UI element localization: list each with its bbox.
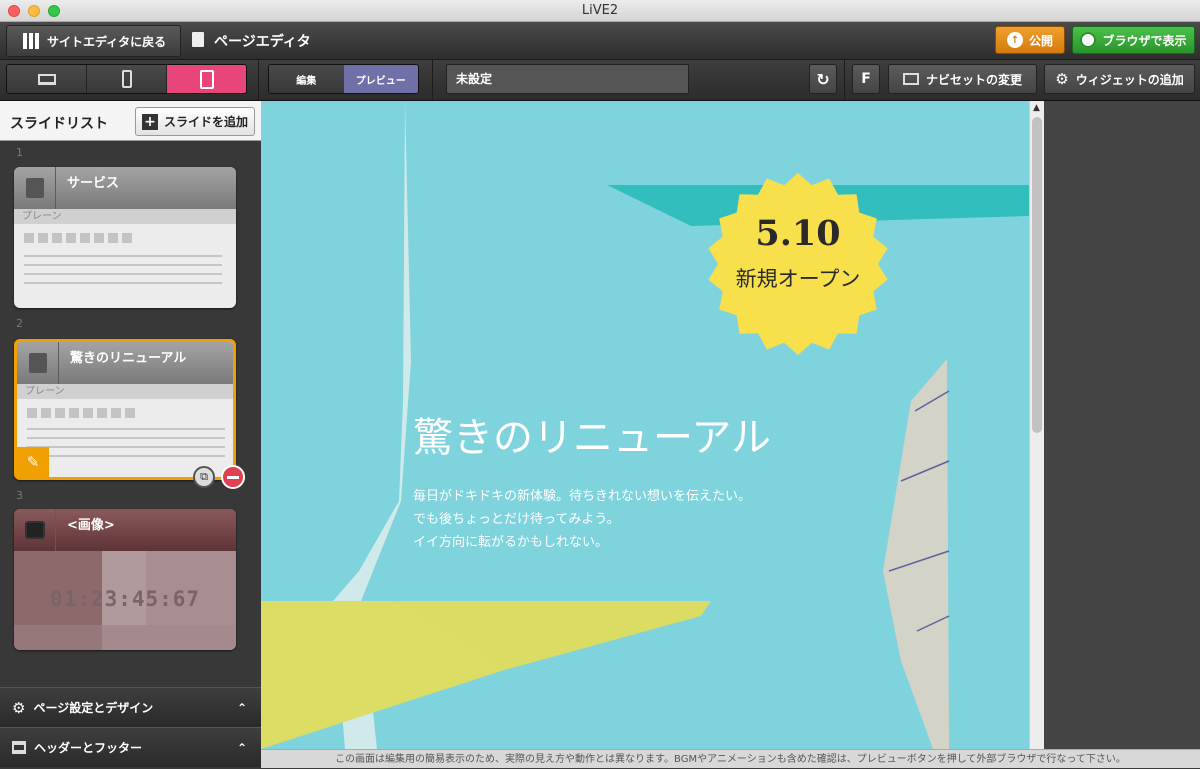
change-navset-button[interactable]: ナビセットの変更 — [888, 64, 1037, 94]
edit-slide-button[interactable]: ✎ — [17, 447, 49, 477]
grid-icon — [23, 33, 39, 49]
slide-list-header: スライドリスト + スライドを追加 — [0, 101, 261, 141]
document-icon — [192, 32, 204, 47]
window-title: LiVE2 — [581, 3, 619, 18]
slide-number: 3 — [16, 489, 23, 502]
slide-headline: 驚きのリニューアル — [413, 415, 771, 461]
scroll-up-arrow-icon[interactable]: ▲ — [1033, 103, 1040, 113]
browser-label: ブラウザで表示 — [1102, 33, 1187, 48]
slide-preview-canvas[interactable]: 5.10 新規オープン 驚きのリニューアル 毎日がドキドキの新体験。待ちきれない… — [261, 101, 1029, 749]
badge-date: 5.10 — [755, 213, 841, 254]
slide-type: プレーン — [17, 384, 233, 399]
body-line: でも後ちょっとだけ待ってみよう。 — [413, 512, 620, 527]
laptop-icon — [37, 73, 56, 85]
slide-type: プレーン — [14, 209, 236, 224]
edit-mode-button[interactable]: 編集 — [269, 65, 344, 93]
f-button[interactable]: F — [852, 64, 880, 94]
gear-icon: ⚙ — [12, 698, 26, 717]
slide-card-2[interactable]: 驚きのリニューアル プレーン ✎ — [14, 339, 236, 480]
tablet-icon — [199, 69, 214, 89]
duplicate-icon: ⧉ — [200, 470, 208, 483]
gear-icon: ⚙ — [1055, 70, 1069, 88]
mode-switcher: 編集 プレビュー — [268, 64, 419, 94]
plus-icon: + — [142, 113, 158, 130]
slide-card-3[interactable]: <画像> 01:23:45:67 — [14, 509, 236, 650]
minimize-window-button[interactable] — [28, 5, 40, 17]
close-window-button[interactable] — [8, 5, 20, 17]
slide-number: 1 — [16, 146, 23, 159]
duplicate-slide-button[interactable]: ⧉ — [193, 466, 215, 488]
zoom-window-button[interactable] — [48, 5, 60, 17]
slide-title: <画像> — [67, 518, 115, 533]
header-footer-panel-button[interactable]: ヘッダーとフッター ⌃ — [0, 727, 261, 767]
slide-list-heading: スライドリスト — [10, 116, 108, 132]
body-line: イイ方向に転がるかもしれない。 — [413, 535, 609, 550]
document-icon — [17, 342, 59, 384]
slide-title: 驚きのリニューアル — [70, 351, 187, 366]
publish-button[interactable]: ↑ 公開 — [995, 26, 1065, 54]
device-tablet-button[interactable] — [167, 65, 246, 93]
scrollbar-thumb[interactable] — [1032, 117, 1042, 433]
publish-icon: ↑ — [1006, 32, 1023, 48]
preview-scrollbar[interactable]: ▲ — [1029, 101, 1044, 749]
add-widget-button[interactable]: ⚙ ウィジェットの追加 — [1044, 64, 1195, 94]
add-slide-button[interactable]: + スライドを追加 — [135, 107, 255, 136]
refresh-icon: ↻ — [816, 69, 830, 89]
slide-body-text: 毎日がドキドキの新体験。待ちきれない想いを伝えたい。 でも後ちょっとだけ待ってみ… — [413, 485, 751, 554]
slide-card-header: 驚きのリニューアル — [17, 342, 233, 384]
slide-thumbnail-blocks — [27, 408, 135, 418]
slide-card-1[interactable]: サービス プレーン — [14, 167, 236, 308]
slide-number: 2 — [16, 317, 23, 330]
preview-footer-note: この画面は編集用の簡易表示のため、実際の見え方や動作とは異なります。BGMやアニ… — [261, 749, 1200, 768]
page-name-field[interactable]: 未設定 — [446, 64, 689, 94]
remove-slide-button[interactable] — [221, 465, 245, 489]
slide-timer: 01:23:45:67 — [50, 587, 201, 611]
pencil-icon: ✎ — [26, 453, 40, 471]
remove-icon — [227, 475, 239, 479]
page-settings-label: ページ設定とデザイン — [33, 701, 154, 715]
slide-card-header: <画像> — [14, 509, 236, 551]
page-settings-panel-button[interactable]: ⚙ ページ設定とデザイン ⌃ — [0, 687, 261, 727]
slide-list-panel: スライドリスト + スライドを追加 1 サービス プレーン 2 驚きのリニューア… — [0, 101, 261, 768]
device-laptop-button[interactable] — [7, 65, 87, 93]
camera-icon — [14, 509, 56, 551]
slide-title: サービス — [67, 176, 120, 191]
window-titlebar: LiVE2 — [0, 0, 1200, 22]
body-line: 毎日がドキドキの新体験。待ちきれない想いを伝えたい。 — [413, 489, 752, 504]
globe-icon — [1080, 32, 1097, 48]
navset-icon — [902, 73, 919, 85]
widget-label: ウィジェットの追加 — [1075, 72, 1184, 87]
chevron-up-icon: ⌃ — [236, 700, 247, 715]
back-to-site-editor-button[interactable]: サイトエディタに戻る — [6, 25, 181, 57]
back-label: サイトエディタに戻る — [47, 34, 167, 49]
header-footer-icon — [12, 741, 26, 754]
editor-toolbar: 編集 プレビュー 未設定 ↻ F ナビセットの変更 ⚙ ウィジェットの追加 — [0, 60, 1200, 101]
slide-thumbnail-blocks — [24, 233, 132, 243]
preview-mode-button[interactable]: プレビュー — [343, 65, 418, 93]
view-in-browser-button[interactable]: ブラウザで表示 — [1072, 26, 1195, 54]
navset-label: ナビセットの変更 — [925, 72, 1022, 87]
device-switcher — [6, 64, 247, 94]
page-title: ページエディタ — [214, 34, 311, 50]
publish-label: 公開 — [1028, 33, 1053, 48]
badge-text: 新規オープン — [735, 267, 861, 291]
phone-icon — [121, 70, 132, 88]
right-empty-pane — [1044, 101, 1200, 749]
chevron-up-icon: ⌃ — [236, 740, 247, 755]
document-icon — [14, 167, 56, 209]
refresh-button[interactable]: ↻ — [809, 64, 837, 94]
add-slide-label: スライドを追加 — [164, 115, 249, 129]
device-phone-button[interactable] — [87, 65, 167, 93]
slide-card-header: サービス — [14, 167, 236, 209]
header-footer-label: ヘッダーとフッター — [34, 741, 143, 755]
top-navigation-bar: サイトエディタに戻る ページエディタ ↑ 公開 ブラウザで表示 — [0, 22, 1200, 60]
